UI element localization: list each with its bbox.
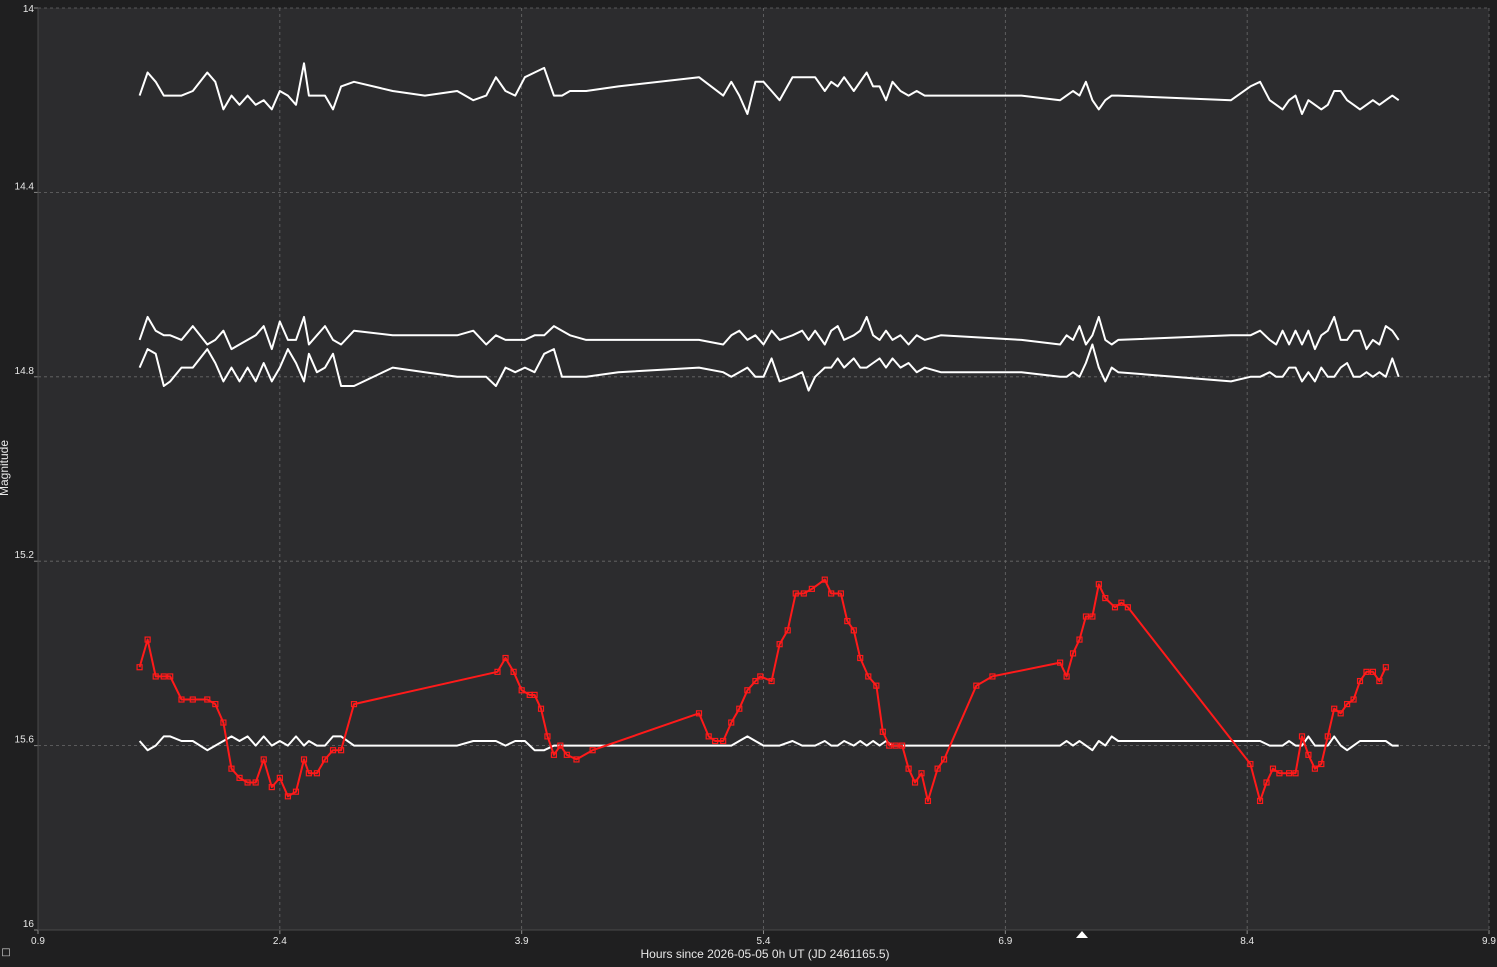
x-tick-label: 5.4 — [757, 936, 771, 947]
y-tick-label: 14.8 — [15, 366, 35, 377]
x-tick-label: 8.4 — [1240, 936, 1254, 947]
light-curve-chart: 0.9 2.4 3.9 5.4 6.9 8.4 9.9 14 14.4 14.8 15.2 15.6 1… — [0, 0, 1497, 967]
x-axis-title: Hours since 2026-05-05 0h UT (JD 2461165… — [640, 947, 889, 961]
x-tick-label: 6.9 — [998, 936, 1012, 947]
y-tick-label: 15.2 — [15, 550, 35, 561]
y-axis-title: Magnitude — [0, 440, 11, 496]
y-tick-label: 16 — [23, 919, 35, 930]
y-tick-label: 14 — [23, 4, 35, 15]
x-tick-label: 2.4 — [273, 936, 287, 947]
x-tick-label: 3.9 — [515, 936, 529, 947]
x-tick-label: 0.9 — [31, 936, 45, 947]
x-tick-label: 9.9 — [1482, 936, 1496, 947]
y-tick-label: 15.6 — [15, 735, 35, 746]
y-tick-label: 14.4 — [15, 181, 35, 192]
corner-toggle-button[interactable]: □ — [0, 947, 12, 959]
